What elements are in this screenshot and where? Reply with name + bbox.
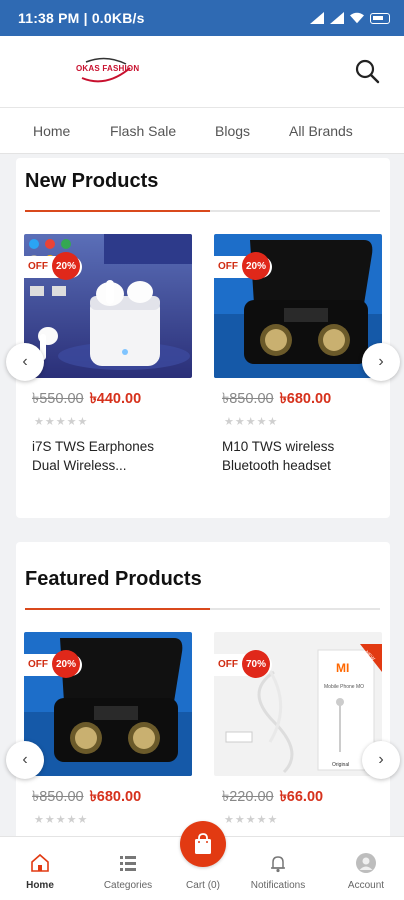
chevron-left-icon: ‹ [22,353,28,370]
logo-text: OKAS FASHION [76,64,140,73]
carousel-prev-button[interactable]: ‹ [6,343,44,381]
battery-icon [370,12,390,24]
rating-stars: ★★★★★ [34,416,89,428]
bell-icon [271,856,285,873]
carousel-next-button[interactable]: › [362,343,400,381]
bottom-nav-notifications[interactable]: Notifications [238,837,318,900]
nav-tabs: Home Flash Sale Blogs All Brands [0,108,404,154]
box-label-text: Mobile Phone MO [324,684,364,690]
search-icon[interactable] [354,58,380,84]
original-label-text: Original [332,762,349,768]
old-price: ৳220.00 [222,789,274,805]
price-row: ৳850.00 ৳680.00 [32,786,141,810]
product-image[interactable]: OFF 20% [214,234,382,378]
old-price: ৳850.00 [222,391,274,407]
new-price: ৳66.00 [279,789,324,805]
discount-badge: OFF 70% [214,650,272,678]
wifi-icon [350,12,364,24]
discount-badge: OFF 20% [24,252,82,280]
new-price: ৳440.00 [89,391,142,407]
chevron-left-icon: ‹ [22,751,28,768]
discount-percent: 20% [242,252,270,280]
discount-percent: 70% [242,650,270,678]
app-header: OKAS FASHION [0,36,404,108]
product-name[interactable]: M10 TWS wireless Bluetooth headset [222,437,372,475]
discount-badge: OFF 20% [24,650,82,678]
discount-percent: 20% [52,252,80,280]
new-price: ৳680.00 [279,391,332,407]
carousel-next-button[interactable]: › [362,741,400,779]
rating-stars: ★★★★★ [224,814,279,826]
chevron-right-icon: › [378,751,384,768]
section-title: New Products [25,170,159,192]
bottom-nav-account[interactable]: Account [326,837,404,900]
signal-icon-2 [330,12,344,24]
tab-home[interactable]: Home [33,123,70,139]
shopping-bag-icon [195,833,211,854]
list-icon [120,856,136,871]
new-products-section: New Products OFF 20% ৳550.00 ৳440.00 ★★★… [16,158,390,518]
brand-mi-text: MI [336,661,349,675]
discount-badge: OFF 20% [214,252,272,280]
carousel-prev-button[interactable]: ‹ [6,741,44,779]
price-row: ৳220.00 ৳66.00 [222,786,323,810]
product-image[interactable]: OFF 20% [24,234,192,378]
section-divider [25,210,380,212]
old-price: ৳550.00 [32,391,84,407]
brand-logo[interactable]: OKAS FASHION [76,56,140,86]
featured-products-section: Featured Products OFF 20% ৳850.00 ৳680.00… [16,542,390,842]
product-name[interactable]: i7S TWS Earphones Dual Wireless... [32,437,182,475]
product-image[interactable]: MI Mobile Phone MO NEW Original OFF 70% [214,632,382,776]
status-bar: 11:38 PM | 0.0KB/s [0,0,404,36]
tab-all-brands[interactable]: All Brands [289,123,353,139]
home-icon [31,853,49,872]
bottom-nav-categories[interactable]: Categories [88,837,168,900]
chevron-right-icon: › [378,353,384,370]
discount-percent: 20% [52,650,80,678]
section-title: Featured Products [25,568,202,590]
price-row: ৳550.00 ৳440.00 [32,388,141,412]
section-divider [25,608,380,610]
tab-blogs[interactable]: Blogs [215,123,250,139]
old-price: ৳850.00 [32,789,84,805]
status-icons [310,12,390,24]
signal-icon [310,12,324,24]
rating-stars: ★★★★★ [224,416,279,428]
new-price: ৳680.00 [89,789,142,805]
status-time: 11:38 PM | 0.0KB/s [18,10,145,26]
bottom-nav-home[interactable]: Home [0,837,80,900]
cart-button[interactable] [180,821,226,867]
rating-stars: ★★★★★ [34,814,89,826]
user-avatar-icon [356,853,376,873]
tab-flash-sale[interactable]: Flash Sale [110,123,176,139]
product-image[interactable]: OFF 20% [24,632,192,776]
price-row: ৳850.00 ৳680.00 [222,388,331,412]
